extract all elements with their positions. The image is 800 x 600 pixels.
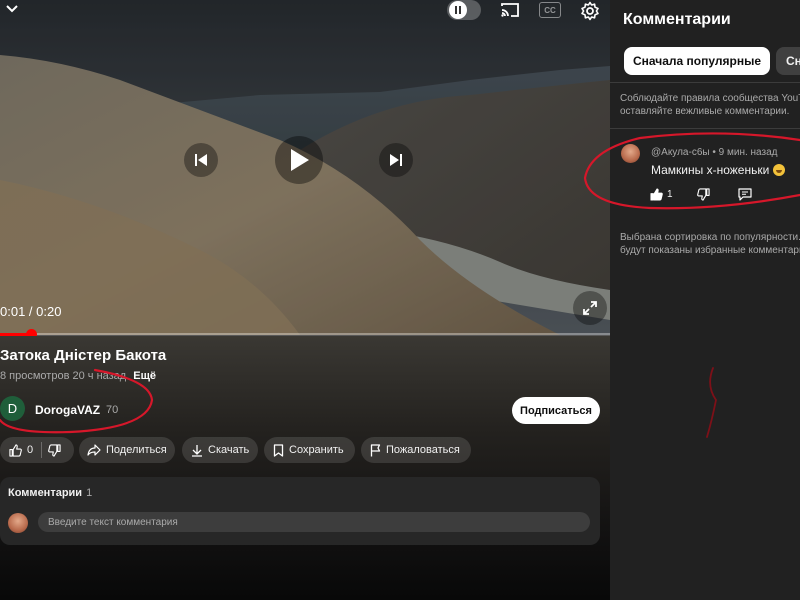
view-count: 8 просмотров bbox=[0, 370, 70, 382]
more-link[interactable]: Ещё bbox=[133, 370, 156, 382]
comments-count: 1 bbox=[86, 487, 93, 499]
like-count: 0 bbox=[27, 444, 34, 456]
sort-notice: Выбрана сортировка по популярности. Буду… bbox=[620, 231, 800, 257]
video-title: Затока Дністер Бакота bbox=[0, 347, 167, 364]
share-button[interactable]: Поделиться bbox=[79, 437, 175, 463]
video-meta: 8 просмотров 20 ч назад Ещё bbox=[0, 370, 156, 382]
divider bbox=[610, 82, 800, 83]
closed-captions-icon[interactable]: CC bbox=[539, 2, 561, 18]
thumbs-up-icon bbox=[650, 188, 663, 201]
divider bbox=[41, 442, 43, 458]
like-button[interactable]: 0 bbox=[9, 443, 34, 457]
skip-next-icon bbox=[390, 154, 402, 166]
comment-reply-button[interactable] bbox=[738, 188, 752, 206]
comment-author[interactable]: @Акула-с6ы bbox=[651, 147, 710, 158]
report-label: Пожаловаться bbox=[386, 444, 460, 456]
video-player[interactable]: CC 0:01 / 0:20 bbox=[0, 0, 610, 335]
share-icon bbox=[87, 444, 101, 456]
report-button[interactable]: Пожаловаться bbox=[361, 437, 471, 463]
play-icon bbox=[291, 149, 309, 171]
comment-input[interactable]: Введите текст комментария bbox=[38, 512, 590, 532]
download-label: Скачать bbox=[208, 444, 250, 456]
save-label: Сохранить bbox=[289, 444, 344, 456]
video-info: Затока Дністер Бакота 8 просмотров 20 ч … bbox=[0, 336, 610, 600]
dislike-button[interactable] bbox=[48, 443, 61, 457]
save-button[interactable]: Сохранить bbox=[264, 437, 355, 463]
community-rules-notice: Соблюдайте правила сообщества YouTube и … bbox=[620, 92, 800, 118]
comment-body: Мамкины х-ноженьки bbox=[651, 163, 770, 177]
sort-note-line-2: будут показаны избранные комментарии. bbox=[620, 245, 800, 256]
rules-line-2: оставляйте вежливые комментарии. bbox=[620, 106, 790, 117]
cast-icon[interactable] bbox=[498, 0, 522, 20]
divider bbox=[610, 128, 800, 129]
sort-popular-chip[interactable]: Сначала популярные bbox=[624, 47, 770, 75]
download-button[interactable]: Скачать bbox=[182, 437, 258, 463]
play-button[interactable] bbox=[275, 136, 323, 184]
upload-age: 20 ч назад bbox=[72, 370, 127, 382]
comments-card-label: Комментарии bbox=[8, 487, 83, 499]
bookmark-icon bbox=[273, 443, 284, 457]
pause-icon bbox=[449, 1, 467, 19]
comments-card-title: Комментарии 1 bbox=[8, 487, 92, 499]
comments-panel-title: Комментарии bbox=[623, 11, 731, 28]
sort-new-chip[interactable]: Сначала новые bbox=[776, 47, 800, 75]
sort-note-line-1: Выбрана сортировка по популярности. Буду… bbox=[620, 232, 800, 243]
grinning-emoji-icon bbox=[773, 164, 786, 176]
gear-icon[interactable] bbox=[578, 0, 602, 22]
comment-like-button[interactable]: 1 bbox=[650, 188, 673, 201]
channel-avatar[interactable]: D bbox=[0, 396, 25, 421]
user-avatar bbox=[8, 513, 28, 533]
rules-line-1: Соблюдайте правила сообщества YouTube и bbox=[620, 93, 800, 104]
next-video-button[interactable] bbox=[379, 143, 413, 177]
autoplay-toggle[interactable] bbox=[447, 0, 481, 20]
comment-text: Мамкины х-ноженьки bbox=[651, 163, 786, 177]
comment-like-count: 1 bbox=[667, 189, 673, 200]
fullscreen-icon bbox=[583, 301, 597, 315]
comment-header: @Акула-с6ы • 9 мин. назад bbox=[651, 147, 777, 158]
fullscreen-button[interactable] bbox=[573, 291, 607, 325]
channel-name[interactable]: DorogaVAZ bbox=[35, 403, 100, 417]
chevron-down-icon[interactable] bbox=[2, 0, 22, 18]
subscriber-count: 70 bbox=[106, 404, 119, 416]
main-area: CC 0:01 / 0:20 Затока Дністер Бакота 8 п… bbox=[0, 0, 610, 600]
time-display: 0:01 / 0:20 bbox=[0, 304, 62, 319]
thumbs-up-icon bbox=[9, 443, 22, 457]
subscribe-button[interactable]: Подписаться bbox=[512, 397, 600, 424]
flag-icon bbox=[370, 443, 381, 456]
previous-video-button[interactable] bbox=[184, 143, 218, 177]
comment-author-avatar[interactable] bbox=[621, 144, 640, 163]
reply-icon bbox=[738, 188, 752, 201]
comments-panel: Комментарии Сначала популярные Сначала н… bbox=[610, 0, 800, 600]
skip-previous-icon bbox=[195, 154, 207, 166]
share-label: Поделиться bbox=[106, 444, 167, 456]
comment-dislike-button[interactable] bbox=[697, 188, 710, 206]
thumbs-down-icon bbox=[697, 188, 710, 201]
download-icon bbox=[192, 444, 202, 457]
comments-preview-card[interactable]: Комментарии 1 Введите текст комментария bbox=[0, 477, 600, 545]
like-dislike-group: 0 bbox=[0, 437, 74, 463]
thumbs-down-icon bbox=[48, 443, 61, 457]
comment-time: 9 мин. назад bbox=[718, 147, 778, 158]
